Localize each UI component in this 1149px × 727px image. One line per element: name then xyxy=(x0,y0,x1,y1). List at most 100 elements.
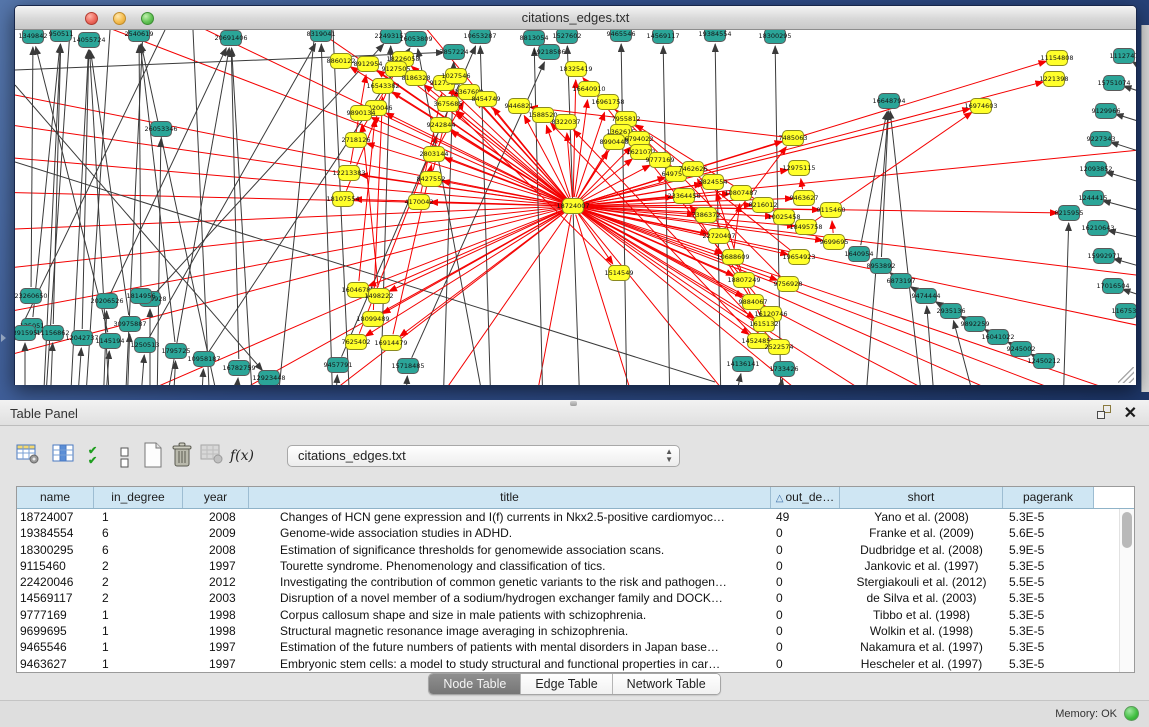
scrollbar-thumb[interactable] xyxy=(1122,512,1132,548)
graph-node[interactable]: 9129966 xyxy=(1092,104,1121,119)
graph-node[interactable]: 9890134 xyxy=(347,106,376,121)
graph-node[interactable]: 1795725 xyxy=(162,344,191,359)
graph-node[interactable]: 2522574 xyxy=(765,340,794,355)
table-row[interactable]: 969969511998Structural magnetic resonanc… xyxy=(17,623,1119,639)
graph-node[interactable]: 12975115 xyxy=(782,161,815,176)
graph-node[interactable]: 2803144 xyxy=(420,147,449,162)
table-row[interactable]: 1830029562008Estimation of significance … xyxy=(17,542,1119,558)
graph-node[interactable]: 9756928 xyxy=(774,277,803,292)
graph-node[interactable]: 2718126 xyxy=(342,133,371,148)
graph-node[interactable]: 18107554 xyxy=(326,192,359,207)
graph-node[interactable]: 8322037 xyxy=(552,115,581,130)
graph-node[interactable]: 9463627 xyxy=(790,191,819,206)
graph-node[interactable]: 20691406 xyxy=(214,31,247,46)
graph-node[interactable]: 14569117 xyxy=(646,30,679,44)
graph-node[interactable]: 1615132 xyxy=(750,317,779,332)
graph-node[interactable]: 2935136 xyxy=(937,304,966,319)
graph-node[interactable]: 16974603 xyxy=(964,99,997,114)
graph-node[interactable]: 1640954 xyxy=(845,247,874,262)
graph-node[interactable]: 391595 xyxy=(15,326,37,341)
graph-node[interactable]: 19218586 xyxy=(532,45,565,60)
graph-node[interactable]: 14136141 xyxy=(726,357,759,372)
delete-table-icon[interactable] xyxy=(170,442,194,468)
graph-node[interactable]: 9699695 xyxy=(820,235,849,250)
tab-edge-table[interactable]: Edge Table xyxy=(521,674,612,694)
table-row[interactable]: 1938455462009Genome-wide association stu… xyxy=(17,525,1119,541)
graph-node[interactable]: 8912954 xyxy=(354,57,383,72)
graph-node[interactable]: 12213383 xyxy=(332,166,365,181)
selection-mode-icon[interactable] xyxy=(120,445,130,471)
graph-node[interactable]: 19384554 xyxy=(698,30,731,42)
select-all-icon[interactable]: ✔✔ xyxy=(88,446,97,472)
tab-network-table[interactable]: Network Table xyxy=(613,674,720,694)
graph-node[interactable]: 9242844 xyxy=(427,118,456,133)
graph-node[interactable]: 1349842 xyxy=(19,30,48,44)
graph-node[interactable]: 14055724 xyxy=(72,33,105,48)
column-header-title[interactable]: title xyxy=(249,487,771,508)
graph-node[interactable]: 7386372 xyxy=(692,208,721,223)
graph-node[interactable]: 3675685 xyxy=(434,97,463,112)
graph-node[interactable]: 16210643 xyxy=(1081,221,1114,236)
panel-divider-handle[interactable] xyxy=(570,401,577,406)
graph-node[interactable]: 2540619 xyxy=(125,30,154,42)
graph-node[interactable]: 10653287 xyxy=(463,30,496,44)
graph-node[interactable]: 8454749 xyxy=(472,92,501,107)
column-header-year[interactable]: year xyxy=(183,487,249,508)
graph-node[interactable]: 16041022 xyxy=(981,330,1014,345)
table-selector-dropdown[interactable]: citations_edges.txt ▲▼ xyxy=(287,445,680,467)
graph-node[interactable]: 9474444 xyxy=(912,289,941,304)
table-row[interactable]: 2242004622012Investigating the contribut… xyxy=(17,574,1119,590)
graph-node[interactable]: 8860122 xyxy=(327,54,356,69)
graph-node[interactable]: 15992971 xyxy=(1087,249,1120,264)
new-file-icon[interactable] xyxy=(142,442,164,468)
close-icon[interactable]: ✕ xyxy=(1124,403,1137,423)
import-table-icon[interactable] xyxy=(200,444,224,464)
graph-node[interactable]: 950511 xyxy=(49,30,74,42)
network-window-titlebar[interactable]: citations_edges.txt xyxy=(15,6,1136,30)
graph-node[interactable]: 8186328 xyxy=(402,71,431,86)
graph-node[interactable]: 10958187 xyxy=(187,352,220,367)
graph-node[interactable]: 16543382 xyxy=(366,79,399,94)
graph-node[interactable]: 9465546 xyxy=(607,30,636,42)
graph-node[interactable]: 1250513 xyxy=(131,338,160,353)
graph-node[interactable]: 9457791 xyxy=(324,358,353,373)
table-row[interactable]: 946554611997Estimation of the future num… xyxy=(17,639,1119,655)
graph-node[interactable]: 18325419 xyxy=(559,62,592,77)
graph-node[interactable]: 8215955 xyxy=(1055,206,1084,221)
table-row[interactable]: 946362711997Embryonic stem cells: a mode… xyxy=(17,656,1119,672)
graph-node[interactable]: 10807487 xyxy=(724,186,757,201)
table-row[interactable]: 977716911998Corpus callosum shape and si… xyxy=(17,607,1119,623)
graph-node[interactable]: 1527602 xyxy=(553,30,582,44)
graph-node[interactable]: 8813054 xyxy=(520,31,549,46)
show-columns-icon[interactable] xyxy=(52,444,76,464)
column-header-name[interactable]: name xyxy=(17,487,94,508)
graph-node[interactable]: 9892259 xyxy=(961,317,990,332)
graph-node[interactable]: 1145194 xyxy=(96,334,125,349)
graph-node[interactable]: 7625402 xyxy=(342,335,371,350)
graph-node[interactable]: 15718485 xyxy=(391,359,424,374)
graph-node[interactable]: 1733426 xyxy=(770,362,799,377)
graph-node[interactable]: 1112747 xyxy=(1110,49,1136,64)
graph-node[interactable]: 3824554 xyxy=(699,175,728,190)
vertical-scrollbar[interactable] xyxy=(1119,509,1134,672)
graph-node[interactable]: 4170042 xyxy=(405,195,434,210)
graph-node[interactable]: 9245002 xyxy=(1007,342,1036,357)
graph-node[interactable]: 1244415 xyxy=(1079,191,1108,206)
graph-node[interactable]: 7485063 xyxy=(779,131,808,146)
graph-node[interactable]: 11154808 xyxy=(1040,51,1073,66)
memory-indicator-icon[interactable] xyxy=(1124,706,1139,721)
graph-node[interactable]: 15751074 xyxy=(1097,76,1130,91)
table-row[interactable]: 911546021997Tourette syndrome. Phenomeno… xyxy=(17,558,1119,574)
table-row[interactable]: 1456911722003Disruption of a novel membe… xyxy=(17,590,1119,606)
graph-node[interactable]: 8216012 xyxy=(749,198,778,213)
graph-node[interactable]: 8953892 xyxy=(867,259,896,274)
column-header-out_degree[interactable]: △out_de… xyxy=(771,487,840,508)
graph-node[interactable]: 30975887 xyxy=(113,317,146,332)
graph-node[interactable]: 1814956 xyxy=(127,289,156,304)
graph-node[interactable]: 12450212 xyxy=(1027,354,1060,369)
graph-node[interactable]: 1167534 xyxy=(1112,304,1136,319)
network-graph[interactable]: 1872400713498429505111405572425406192069… xyxy=(15,30,1136,385)
network-canvas[interactable]: 1872400713498429505111405572425406192069… xyxy=(15,30,1136,385)
column-header-pagerank[interactable]: pagerank xyxy=(1003,487,1094,508)
graph-node[interactable]: 9227343 xyxy=(1087,132,1116,147)
